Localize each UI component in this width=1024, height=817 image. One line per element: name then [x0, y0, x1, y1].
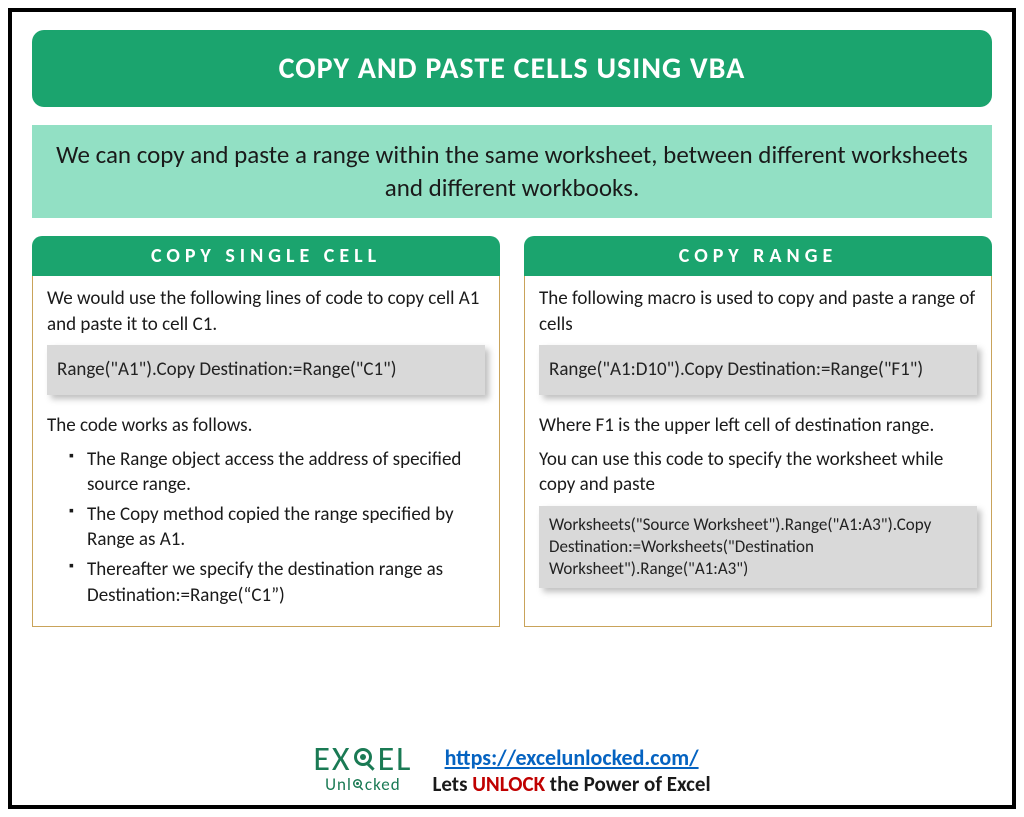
left-column-body: We would use the following lines of code… — [32, 276, 500, 627]
footer-link[interactable]: https://excelunlocked.com/ — [445, 744, 699, 771]
footer-text-block: https://excelunlocked.com/ Lets UNLOCK t… — [432, 744, 710, 797]
footer: EXEL Unlcked https://excelunlocked.com/ … — [12, 744, 1012, 797]
left-explain-lead: The code works as follows. — [47, 413, 485, 439]
footer-tagline: Lets UNLOCK the Power of Excel — [432, 771, 710, 797]
logo: EXEL Unlcked — [313, 745, 412, 796]
left-column: COPY SINGLE CELL We would use the follow… — [32, 236, 500, 627]
document-frame: COPY AND PASTE CELLS USING VBA We can co… — [8, 8, 1016, 809]
logo-text-cked: cked — [365, 774, 401, 795]
right-column-body: The following macro is used to copy and … — [524, 276, 992, 627]
left-column-header: COPY SINGLE CELL — [32, 236, 500, 276]
subtitle: We can copy and paste a range within the… — [32, 125, 992, 218]
right-explain-1: Where F1 is the upper left cell of desti… — [539, 413, 977, 439]
magnifier-icon-small — [352, 775, 365, 796]
right-column-header: COPY RANGE — [524, 236, 992, 276]
right-intro-text: The following macro is used to copy and … — [539, 286, 977, 337]
tagline-unlock-word: UNLOCK — [472, 771, 545, 797]
right-code-block-1: Range("A1:D10").Copy Destination:=Range(… — [539, 345, 977, 395]
logo-text-unl: Unl — [325, 774, 352, 795]
left-code-block: Range("A1").Copy Destination:=Range("C1"… — [47, 345, 485, 395]
right-column: COPY RANGE The following macro is used t… — [524, 236, 992, 627]
left-intro-text: We would use the following lines of code… — [47, 286, 485, 337]
left-bullet-2: The Copy method copied the range specifi… — [69, 502, 485, 553]
tagline-part-1: Lets — [432, 771, 472, 797]
content-columns: COPY SINGLE CELL We would use the follow… — [32, 236, 992, 627]
main-title: COPY AND PASTE CELLS USING VBA — [32, 30, 992, 107]
tagline-part-2: the Power of Excel — [545, 771, 711, 797]
logo-bottom-row: Unlcked — [325, 774, 401, 796]
left-bullet-3: Thereafter we specify the destination ra… — [69, 557, 485, 608]
left-bullet-1: The Range object access the address of s… — [69, 447, 485, 498]
left-bullet-list: The Range object access the address of s… — [47, 447, 485, 609]
right-explain-2: You can use this code to specify the wor… — [539, 447, 977, 498]
right-code-block-2: Worksheets("Source Worksheet").Range("A1… — [539, 506, 977, 588]
